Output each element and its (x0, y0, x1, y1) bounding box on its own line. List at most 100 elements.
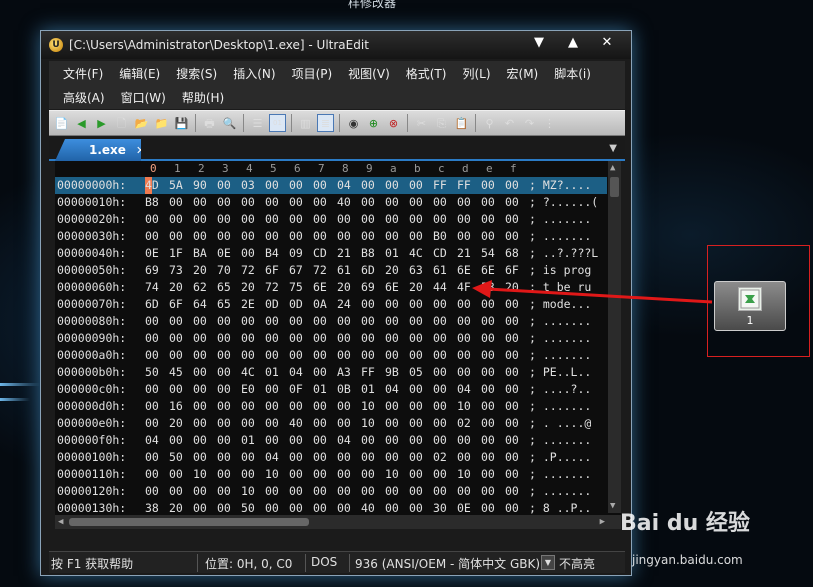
menu-item-row2-1[interactable]: 窗口(W) (113, 89, 174, 106)
hex-editor[interactable]: 0123456789abcdef 00000000h: 4D 5A 90 00 03 00 0… (55, 161, 621, 529)
hex-byte[interactable]: 72 (313, 262, 327, 279)
hex-byte[interactable]: 00 (217, 228, 231, 245)
hex-byte[interactable]: 00 (217, 211, 231, 228)
hex-byte[interactable]: 00 (457, 432, 471, 449)
hex-byte[interactable]: 00 (385, 330, 399, 347)
hex-byte[interactable]: 00 (385, 228, 399, 245)
hex-byte[interactable]: 01 (313, 381, 327, 398)
hex-byte[interactable]: 09 (289, 245, 303, 262)
hex-byte[interactable]: 24 (337, 296, 351, 313)
hex-byte[interactable]: 00 (481, 296, 495, 313)
hex-byte[interactable]: 00 (217, 330, 231, 347)
hex-byte[interactable]: 0E (145, 245, 159, 262)
menu-item-row2-0[interactable]: 高级(A) (55, 89, 113, 106)
close-button[interactable]: ✕ (597, 34, 617, 52)
hex-byte[interactable]: 00 (433, 466, 447, 483)
hex-byte[interactable]: 00 (169, 313, 183, 330)
hex-row[interactable]: 00000120h: 00 00 00 00 10 00 00 00 00 00 00 00 00 00 00… (55, 483, 607, 500)
hex-byte[interactable]: 00 (433, 347, 447, 364)
desktop-exe-icon[interactable]: 1 (714, 281, 786, 331)
hex-byte[interactable]: 68 (505, 245, 519, 262)
hex-row[interactable]: 000000c0h: 00 00 00 00 E0 00 0F 01 0B 01 04 00 00 04 00… (55, 381, 607, 398)
hex-byte[interactable]: 50 (169, 449, 183, 466)
hex-byte[interactable]: 00 (169, 466, 183, 483)
hex-byte[interactable]: 00 (169, 432, 183, 449)
hex-byte[interactable]: 65 (217, 296, 231, 313)
hex-byte[interactable]: 00 (433, 296, 447, 313)
hex-byte[interactable]: 20 (169, 415, 183, 432)
hex-row[interactable]: 00000110h: 00 00 10 00 00 10 00 00 00 00 10 00 00 10 00… (55, 466, 607, 483)
hex-row[interactable]: 00000100h: 00 50 00 00 00 04 00 00 00 00 00 00 02 00 00… (55, 449, 607, 466)
horizontal-scroll-thumb[interactable] (69, 518, 309, 526)
hex-byte[interactable]: 4C (409, 245, 423, 262)
hex-byte[interactable]: 00 (361, 483, 375, 500)
scroll-down-icon[interactable]: ▼ (610, 501, 615, 511)
hex-byte[interactable]: 00 (481, 483, 495, 500)
hex-byte[interactable]: 00 (505, 313, 519, 330)
hex-byte[interactable]: 02 (457, 415, 471, 432)
hex-byte[interactable]: 00 (337, 228, 351, 245)
status-line-ending[interactable]: DOS (311, 555, 337, 569)
back-icon[interactable]: ◀ (73, 114, 90, 132)
hex-byte[interactable]: 00 (241, 415, 255, 432)
hex-byte[interactable]: 00 (265, 211, 279, 228)
hex-byte[interactable]: 00 (481, 211, 495, 228)
hex-byte[interactable]: 00 (217, 381, 231, 398)
hex-byte[interactable]: 00 (337, 466, 351, 483)
hex-byte[interactable]: 00 (289, 449, 303, 466)
hex-byte[interactable]: 00 (313, 398, 327, 415)
hex-byte[interactable]: 00 (481, 177, 495, 194)
hex-byte[interactable]: 00 (265, 194, 279, 211)
hex-byte[interactable]: 00 (361, 228, 375, 245)
hex-byte[interactable]: 64 (193, 296, 207, 313)
hex-byte[interactable]: 05 (409, 364, 423, 381)
hex-byte[interactable]: 00 (433, 330, 447, 347)
hex-byte[interactable]: 00 (193, 449, 207, 466)
hex-byte[interactable]: 00 (481, 466, 495, 483)
hex-byte[interactable]: 20 (505, 279, 519, 296)
hex-byte[interactable]: 00 (313, 313, 327, 330)
hex-byte[interactable]: 00 (145, 398, 159, 415)
hex-byte[interactable]: 00 (505, 347, 519, 364)
hex-byte[interactable]: 00 (457, 211, 471, 228)
hex-byte[interactable]: 01 (361, 381, 375, 398)
menu-item-row1-5[interactable]: 视图(V) (340, 65, 398, 82)
hex-byte[interactable]: 53 (481, 279, 495, 296)
hex-byte[interactable]: 00 (193, 415, 207, 432)
hex-byte[interactable]: 00 (457, 313, 471, 330)
hex-row[interactable]: 00000070h: 6D 6F 64 65 2E 0D 0D 0A 24 00 00 00 00 00 00… (55, 296, 607, 313)
hex-byte[interactable]: 00 (145, 415, 159, 432)
redo-icon[interactable]: ↷ (521, 114, 538, 132)
hex-byte[interactable]: 04 (457, 381, 471, 398)
hex-byte[interactable]: 00 (289, 177, 303, 194)
hex-byte[interactable]: 6D (361, 262, 375, 279)
hex-byte[interactable]: 00 (145, 466, 159, 483)
hex-byte[interactable]: 00 (265, 432, 279, 449)
hex-byte[interactable]: 00 (289, 330, 303, 347)
hex-row[interactable]: 00000010h: B8 00 00 00 00 00 00 00 40 00 00 00 00 00 00… (55, 194, 607, 211)
undo-icon[interactable]: ↶ (501, 114, 518, 132)
hex-byte[interactable]: 40 (337, 194, 351, 211)
hex-byte[interactable]: 00 (361, 211, 375, 228)
hex-byte[interactable]: 00 (313, 330, 327, 347)
open-file-icon[interactable]: 📂 (133, 114, 150, 132)
hex-byte[interactable]: 04 (289, 364, 303, 381)
text-list-icon[interactable]: ☰ (249, 114, 266, 132)
hex-byte[interactable]: 62 (193, 279, 207, 296)
hex-byte[interactable]: 21 (457, 245, 471, 262)
hex-byte[interactable]: 00 (265, 398, 279, 415)
hex-byte[interactable]: 00 (481, 415, 495, 432)
hex-byte[interactable]: 16 (169, 398, 183, 415)
hex-byte[interactable]: 00 (433, 194, 447, 211)
hex-byte[interactable]: 4C (241, 364, 255, 381)
hex-byte[interactable]: 00 (505, 432, 519, 449)
hex-byte[interactable]: 00 (433, 381, 447, 398)
hex-byte[interactable]: 00 (409, 347, 423, 364)
hex-byte[interactable]: 00 (145, 313, 159, 330)
hex-byte[interactable]: 00 (409, 194, 423, 211)
hex-byte[interactable]: 00 (217, 398, 231, 415)
menu-item-row1-1[interactable]: 编辑(E) (111, 65, 168, 82)
hex-byte[interactable]: 00 (433, 364, 447, 381)
hex-byte[interactable]: 10 (241, 483, 255, 500)
hex-byte[interactable]: 00 (409, 449, 423, 466)
